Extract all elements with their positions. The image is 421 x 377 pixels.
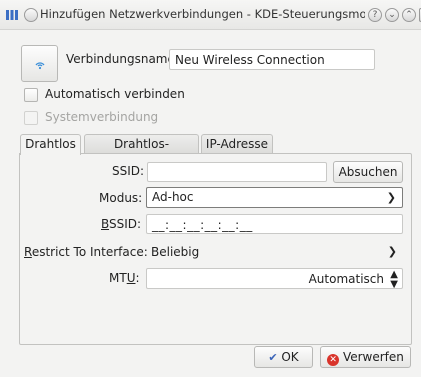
- window-titlebar: Hinzufügen Netzwerkverbindungen - KDE-St…: [0, 0, 421, 30]
- chevron-down-icon: ❯: [386, 191, 396, 204]
- connection-icon-button[interactable]: [21, 45, 58, 82]
- spin-up-down-icon[interactable]: ▲ ▼: [390, 269, 398, 289]
- ok-button-label: OK: [281, 350, 299, 364]
- restrict-interface-label-text: estrict To Interface:: [31, 245, 148, 259]
- restrict-interface-label-mnemonic: R: [24, 245, 32, 259]
- mtu-value: Automatisch: [308, 272, 384, 286]
- cancel-button-label: Verwerfen: [342, 350, 404, 364]
- restrict-interface-select[interactable]: Beliebig ❯: [146, 242, 403, 262]
- bssid-label-text: SSID:: [109, 217, 142, 231]
- scan-button[interactable]: Absuchen: [333, 161, 403, 183]
- app-icon: [6, 10, 18, 20]
- ssid-label: SSID:: [112, 164, 145, 178]
- mode-select-value: Ad-hoc: [152, 190, 194, 204]
- tab-drahtlos-sicherheit[interactable]: Drahtlos-Sicherheit: [84, 134, 199, 170]
- mtu-label-suffix: :: [135, 271, 140, 285]
- bssid-label-mnemonic: B: [101, 217, 110, 231]
- restrict-interface-value: Beliebig: [151, 245, 200, 259]
- checkmark-icon: ✔: [268, 351, 278, 364]
- mode-label: Modus:: [99, 191, 143, 205]
- restrict-interface-label: Restrict To Interface:: [24, 245, 148, 259]
- auto-connect-label: Automatisch verbinden: [45, 87, 185, 101]
- auto-connect-checkbox[interactable]: [24, 88, 38, 102]
- system-connection-checkbox[interactable]: [24, 111, 38, 125]
- window-title: Hinzufügen Netzwerkverbindungen - KDE-St…: [40, 7, 365, 21]
- mtu-label-prefix: MT: [109, 271, 127, 285]
- tab-ip-adresse[interactable]: IP-Adresse: [201, 134, 273, 154]
- maximize-icon[interactable]: ⌃: [402, 8, 416, 22]
- ssid-input[interactable]: [147, 162, 327, 182]
- minimize-icon[interactable]: ⌄: [385, 8, 399, 22]
- cancel-button[interactable]: ✕ Verwerfen: [320, 346, 411, 368]
- wireless-signal-icon: [34, 62, 45, 70]
- connection-name-input[interactable]: Neu Wireless Connection: [169, 49, 375, 70]
- mtu-label: MTU:: [109, 271, 140, 285]
- system-connection-label: Systemverbindung: [45, 110, 159, 124]
- window-menu-icon[interactable]: [24, 8, 38, 22]
- help-icon[interactable]: ?: [368, 8, 382, 22]
- mtu-spinbox[interactable]: Automatisch ▲ ▼: [146, 268, 403, 289]
- chevron-down-icon: ❯: [387, 245, 397, 258]
- cancel-icon: ✕: [327, 354, 340, 366]
- bssid-label: BSSID:: [101, 217, 141, 231]
- mode-select[interactable]: Ad-hoc ❯: [146, 187, 403, 208]
- tab-drahtlos[interactable]: Drahtlos: [20, 134, 81, 155]
- connection-name-label: Verbindungsname: [66, 52, 175, 66]
- ok-button[interactable]: ✔ OK: [254, 346, 313, 368]
- bssid-input[interactable]: __:__:__:__:__:__: [146, 214, 403, 234]
